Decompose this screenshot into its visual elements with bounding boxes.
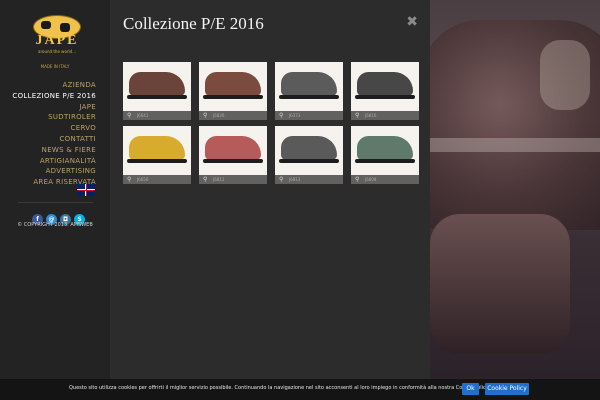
nav-item-cervo[interactable]: CERVO — [12, 123, 96, 134]
close-icon[interactable]: ✖ — [406, 14, 418, 30]
magnifier-icon[interactable]: ⚲ — [127, 112, 131, 119]
gallery-thumb[interactable]: ⚲ J6836 — [199, 62, 267, 120]
thumb-caption: ⚲ J6641 — [123, 111, 191, 120]
thumb-caption: ⚲ J6811 — [199, 175, 267, 184]
nav-item-news-fiere[interactable]: NEWS & FIERE — [12, 145, 96, 156]
nav-item-sudtiroler[interactable]: SUDTIROLER — [12, 112, 96, 123]
magnifier-icon[interactable]: ⚲ — [203, 112, 207, 119]
cookie-text: Questo sito utilizza cookies per offrirt… — [69, 385, 489, 391]
thumb-code: J6816 — [365, 113, 377, 118]
thumb-code: J6836 — [213, 113, 225, 118]
thumb-caption: ⚲ J6808 — [351, 175, 419, 184]
gallery-thumb[interactable]: ⚲ J6813 — [275, 126, 343, 184]
thumb-caption: ⚲ J6816 — [351, 111, 419, 120]
gallery-thumb[interactable]: ⚲ J6641 — [123, 62, 191, 120]
gallery-thumb[interactable]: ⚲ J6373 — [275, 62, 343, 120]
magnifier-icon[interactable]: ⚲ — [127, 176, 131, 183]
nav-item-collezione-p-e-2016[interactable]: COLLEZIONE P/E 2016 — [12, 91, 96, 102]
gallery-thumb[interactable]: ⚲ J6816 — [351, 62, 419, 120]
main-nav: AZIENDA COLLEZIONE P/E 2016 JAPE SUDTIROLER… — [12, 80, 96, 188]
magnifier-icon[interactable]: ⚲ — [203, 176, 207, 183]
made-in-italy: MADE IN ITALY — [40, 64, 70, 69]
jape-logo[interactable]: JAPE around the world... — [12, 15, 102, 55]
page-title: Collezione P/E 2016 — [123, 14, 264, 33]
gallery-thumb[interactable]: ⚲ J6656 — [123, 126, 191, 184]
thumb-caption: ⚲ J6373 — [275, 111, 343, 120]
shoe-image — [281, 72, 337, 96]
collection-panel: Collezione P/E 2016 ✖ ⚲ J6641 ⚲ J6836 ⚲ J6373… — [110, 0, 430, 400]
shoe-image — [357, 136, 413, 160]
gallery-thumb[interactable]: ⚲ J6811 — [199, 126, 267, 184]
thumb-code: J6373 — [289, 113, 301, 118]
nav-item-jape[interactable]: JAPE — [12, 102, 96, 113]
thumb-caption: ⚲ J6656 — [123, 175, 191, 184]
shoe-image — [205, 136, 261, 160]
cookie-banner: Questo sito utilizza cookies per offrirt… — [0, 379, 600, 400]
copyright: © COPYRIGHT 2013. AMSWEB — [17, 222, 93, 228]
shoe-image — [357, 72, 413, 96]
brand-name: JAPE — [35, 33, 79, 48]
shoe-image — [281, 136, 337, 160]
english-flag-icon[interactable] — [77, 184, 95, 196]
magnifier-icon[interactable]: ⚲ — [279, 176, 283, 183]
thumb-code: J6813 — [289, 177, 301, 182]
background-photo — [430, 0, 600, 400]
thumb-code: J6641 — [137, 113, 149, 118]
divider — [18, 202, 93, 203]
cookie-ok-button[interactable]: Ok — [462, 383, 479, 395]
shoe-image — [129, 72, 185, 96]
brand-tagline: around the world... — [38, 49, 76, 54]
magnifier-icon[interactable]: ⚲ — [279, 112, 283, 119]
nav-item-advertising[interactable]: ADVERTISING — [12, 166, 96, 177]
sidebar: JAPE around the world... MADE IN ITALY A… — [0, 0, 110, 400]
thumb-code: J6656 — [137, 177, 149, 182]
thumb-code: J6811 — [213, 177, 225, 182]
magnifier-icon[interactable]: ⚲ — [355, 176, 359, 183]
shoe-image — [129, 136, 185, 160]
gallery-thumb[interactable]: ⚲ J6808 — [351, 126, 419, 184]
nav-item-artigianalit-[interactable]: ARTIGIANALITÀ — [12, 156, 96, 167]
nav-item-azienda[interactable]: AZIENDA — [12, 80, 96, 91]
shoe-image — [205, 72, 261, 96]
nav-item-contatti[interactable]: CONTATTI — [12, 134, 96, 145]
thumb-caption: ⚲ J6836 — [199, 111, 267, 120]
thumb-caption: ⚲ J6813 — [275, 175, 343, 184]
magnifier-icon[interactable]: ⚲ — [355, 112, 359, 119]
cookie-policy-button[interactable]: Cookie Policy — [485, 383, 529, 395]
thumb-code: J6808 — [365, 177, 377, 182]
